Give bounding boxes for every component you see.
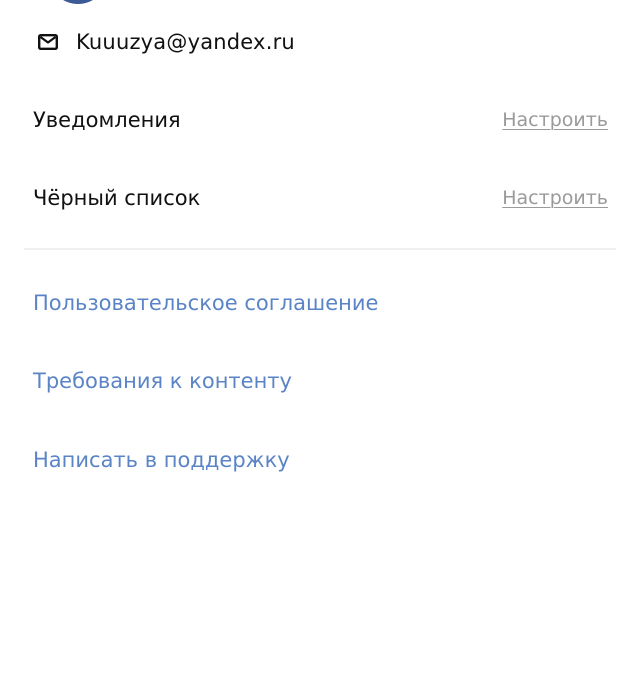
email-address: Kuuuzya@yandex.ru (76, 30, 295, 54)
email-row: Kuuuzya@yandex.ru (38, 27, 295, 57)
notifications-label: Уведомления (33, 108, 181, 132)
section-divider (24, 248, 616, 250)
blacklist-setting-row: Чёрный список Настроить (33, 183, 608, 213)
notifications-configure-link[interactable]: Настроить (502, 109, 608, 131)
account-settings-screen: Kuuuzya@yandex.ru Уведомления Настроить … (0, 0, 640, 675)
content-requirements-link[interactable]: Требования к контенту (33, 366, 292, 396)
contact-support-link[interactable]: Написать в поддержку (33, 445, 290, 475)
mail-icon (38, 34, 59, 51)
user-agreement-link[interactable]: Пользовательское соглашение (33, 288, 378, 318)
notifications-setting-row: Уведомления Настроить (33, 105, 608, 135)
blacklist-configure-link[interactable]: Настроить (502, 187, 608, 209)
blacklist-label: Чёрный список (33, 186, 201, 210)
avatar[interactable] (50, 0, 106, 4)
